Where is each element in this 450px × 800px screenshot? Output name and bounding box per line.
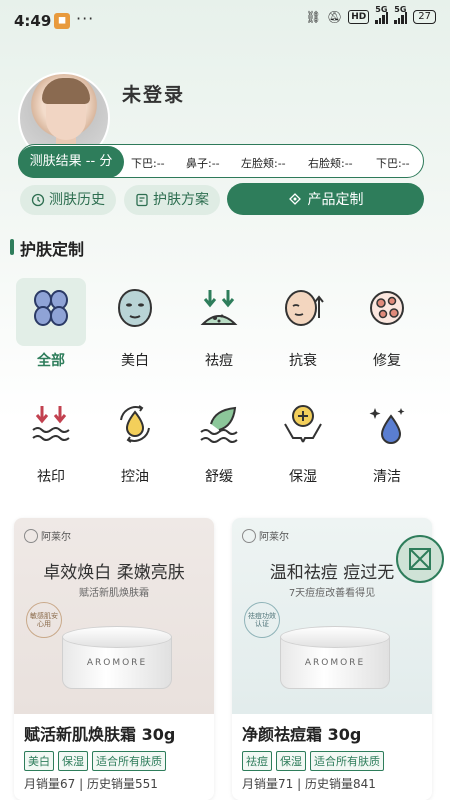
grid-icon bbox=[34, 290, 68, 326]
network-type-1: 5G bbox=[375, 4, 388, 14]
brand-name: 阿莱尔 bbox=[41, 532, 71, 543]
moisturize-icon bbox=[284, 404, 322, 443]
battery-icon: 27 bbox=[413, 10, 436, 24]
metric-right-cheek: 右脸颊:-- bbox=[308, 157, 353, 170]
skin-score-result[interactable]: 测肤结果 -- 分 bbox=[18, 146, 124, 178]
category-moisturize[interactable]: 保湿 bbox=[268, 394, 338, 490]
status-bar: 4:49 ◼ ··· ⛓ 🔕︎ HD 5G 5G 27 bbox=[0, 0, 450, 40]
section-accent-bar bbox=[10, 239, 14, 255]
history-icon bbox=[31, 193, 45, 207]
section-title: 护肤定制 bbox=[20, 240, 85, 259]
metric-chin-2: 下巴:-- bbox=[376, 157, 410, 170]
signal-icon: 5G bbox=[375, 5, 389, 24]
brand-logo: 阿莱尔 bbox=[24, 528, 71, 543]
product-card[interactable]: 阿莱尔 卓效焕白 柔嫩亮肤 赋活新肌焕肤霜 敏感肌安心用 AROMORE 赋活新… bbox=[14, 518, 214, 800]
skincare-plan-button[interactable]: 护肤方案 bbox=[124, 185, 220, 215]
face-mask-icon bbox=[117, 288, 153, 328]
image-placeholder-icon bbox=[409, 548, 431, 570]
category-label: 全部 bbox=[37, 353, 65, 369]
oil-control-icon bbox=[120, 405, 150, 443]
category-label: 清洁 bbox=[373, 469, 401, 485]
brand-name: 阿莱尔 bbox=[259, 532, 289, 543]
product-name: 赋活新肌焕肤霜 30g bbox=[24, 725, 176, 744]
category-whitening[interactable]: 美白 bbox=[100, 278, 170, 374]
mute-icon: 🔕︎ bbox=[327, 10, 343, 24]
category-repair[interactable]: 修复 bbox=[352, 278, 422, 374]
signal-icon-2: 5G bbox=[394, 5, 408, 24]
login-status[interactable]: 未登录 bbox=[122, 80, 185, 107]
category-anti-aging[interactable]: 抗衰 bbox=[268, 278, 338, 374]
category-label: 祛印 bbox=[37, 469, 65, 485]
anti-aging-icon bbox=[285, 290, 324, 326]
plan-icon bbox=[136, 193, 148, 207]
category-label: 美白 bbox=[121, 353, 149, 369]
plan-label: 护肤方案 bbox=[153, 192, 209, 208]
category-mark-removal[interactable]: 祛印 bbox=[16, 394, 86, 490]
product-jar: AROMORE bbox=[280, 626, 390, 696]
link-icon: ⛓ bbox=[305, 10, 322, 24]
product-name: 净颜祛痘霜 30g bbox=[242, 725, 362, 744]
hd-icon: HD bbox=[348, 10, 370, 24]
product-seal: 敏感肌安心用 bbox=[26, 602, 62, 638]
acne-icon bbox=[200, 290, 238, 325]
product-tag: 保湿 bbox=[58, 751, 88, 771]
metric-left-cheek: 左脸颊:-- bbox=[241, 157, 286, 170]
product-tag: 保湿 bbox=[276, 751, 306, 771]
product-subline: 7天痘痘改善看得见 bbox=[288, 588, 376, 599]
jar-brand: AROMORE bbox=[86, 658, 148, 668]
product-jar: AROMORE bbox=[62, 626, 172, 696]
category-label: 祛痘 bbox=[205, 353, 233, 369]
product-tags: 祛痘 保湿 适合所有肤质 bbox=[242, 751, 384, 771]
category-label: 保湿 bbox=[289, 469, 317, 485]
brand-logo: 阿莱尔 bbox=[242, 528, 289, 543]
soothing-icon bbox=[200, 406, 238, 443]
product-customize-button[interactable]: 产品定制 bbox=[227, 183, 424, 215]
skin-test-history-button[interactable]: 测肤历史 bbox=[20, 185, 116, 215]
category-soothing[interactable]: 舒缓 bbox=[184, 394, 254, 490]
mark-removal-icon bbox=[32, 406, 70, 441]
product-seal: 祛痘功效认证 bbox=[244, 602, 280, 638]
cleansing-icon bbox=[369, 408, 405, 444]
product-tags: 美白 保湿 适合所有肤质 bbox=[24, 751, 166, 771]
metric-nose: 鼻子:-- bbox=[186, 157, 220, 170]
history-label: 测肤历史 bbox=[49, 192, 105, 208]
product-image: 阿莱尔 卓效焕白 柔嫩亮肤 赋活新肌焕肤霜 敏感肌安心用 AROMORE bbox=[14, 518, 214, 714]
category-label: 抗衰 bbox=[289, 353, 317, 369]
jar-brand: AROMORE bbox=[304, 658, 366, 668]
category-label: 舒缓 bbox=[205, 469, 233, 485]
app-notification-icon: ◼ bbox=[54, 13, 70, 29]
product-tag: 适合所有肤质 bbox=[310, 751, 384, 771]
product-tag: 美白 bbox=[24, 751, 54, 771]
status-time: 4:49 bbox=[14, 12, 52, 30]
network-type-2: 5G bbox=[394, 4, 407, 14]
product-headline: 卓效焕白 柔嫩亮肤 bbox=[43, 563, 185, 583]
product-tag: 祛痘 bbox=[242, 751, 272, 771]
category-cleansing[interactable]: 清洁 bbox=[352, 394, 422, 490]
product-tag: 适合所有肤质 bbox=[92, 751, 166, 771]
category-all[interactable]: 全部 bbox=[16, 278, 86, 374]
category-label: 修复 bbox=[373, 353, 401, 369]
customize-label: 产品定制 bbox=[307, 192, 364, 208]
category-oil-control[interactable]: 控油 bbox=[100, 394, 170, 490]
category-label: 控油 bbox=[121, 469, 149, 485]
category-acne[interactable]: 祛痘 bbox=[184, 278, 254, 374]
floating-image-icon[interactable] bbox=[396, 535, 444, 583]
more-notifications-icon: ··· bbox=[76, 9, 95, 28]
metric-chin: 下巴:-- bbox=[131, 157, 165, 170]
repair-icon bbox=[370, 291, 404, 325]
status-indicators: ⛓ 🔕︎ HD 5G 5G 27 bbox=[305, 5, 436, 24]
product-sales: 月销量67 | 历史销量551 bbox=[24, 777, 158, 791]
product-sales: 月销量71 | 历史销量841 bbox=[242, 777, 376, 791]
product-subline: 赋活新肌焕肤霜 bbox=[79, 588, 149, 599]
customize-icon bbox=[288, 193, 301, 205]
